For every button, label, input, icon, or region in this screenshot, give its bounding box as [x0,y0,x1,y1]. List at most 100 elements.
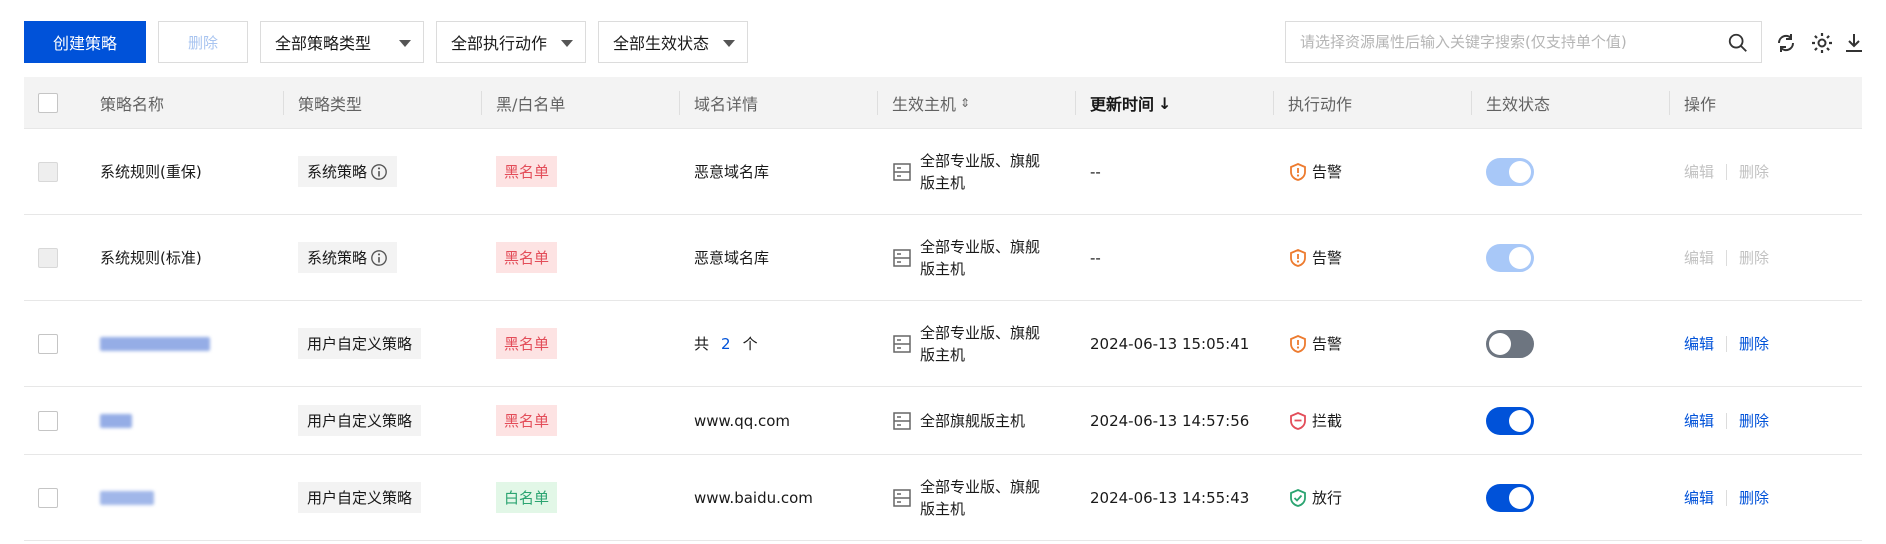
row-checkbox[interactable] [38,411,58,431]
status-switch[interactable] [1486,329,1534,358]
shield-alert-icon [1290,248,1306,267]
row-checkbox[interactable] [38,488,58,508]
cell-list: 黑名单 [496,215,558,300]
server-icon [893,248,911,267]
cell-name [100,387,132,454]
list-tag: 黑名单 [496,405,558,436]
server-icon [893,411,911,430]
search-input[interactable] [1300,33,1720,51]
ops-divider [1726,163,1728,180]
server-icon [893,488,911,507]
info-icon[interactable] [370,249,388,267]
ops-divider [1726,412,1728,429]
row-checkbox[interactable] [38,248,58,268]
cell-list: 黑名单 [496,301,558,386]
header-host[interactable]: 生效主机 ⇕ [892,77,970,129]
search-icon[interactable] [1727,32,1749,54]
switch-knob [1509,160,1531,183]
header-type: 策略类型 [298,77,362,129]
row-checkbox[interactable] [38,334,58,354]
cell-name: 系统规则(重保) [100,129,202,214]
sort-icon[interactable]: ⇕ [960,96,970,110]
policy-type-tag: 用户自定义策略 [298,328,422,359]
list-tag: 黑名单 [496,242,558,273]
header-divider [481,91,482,115]
header-action: 执行动作 [1288,77,1352,129]
updated-time: 2024-06-13 14:55:43 [1090,488,1250,507]
delete-link[interactable]: 删除 [1739,161,1769,182]
delete-link[interactable]: 删除 [1739,487,1769,508]
cell-updated: 2024-06-13 15:05:41 [1090,301,1249,386]
header-domain: 域名详情 [694,77,758,129]
action-select[interactable]: 全部执行动作 [436,21,586,63]
delete-link[interactable]: 删除 [1739,247,1769,268]
domain-detail: www.qq.com [694,411,791,430]
status-select[interactable]: 全部生效状态 [598,21,748,63]
cell-name: 系统规则(标准) [100,215,202,300]
header-status: 生效状态 [1486,77,1550,129]
cell-host: 全部专业版、旗舰版主机 [892,301,1050,386]
ops-divider [1726,489,1728,506]
host-label: 全部专业版、旗舰版主机 [920,151,1041,192]
updated-time: -- [1090,248,1101,267]
cell-status [1486,455,1534,540]
header-updated[interactable]: 更新时间 ↓ [1090,77,1171,129]
status-switch[interactable] [1486,157,1534,186]
policy-type-tag: 用户自定义策略 [298,405,422,436]
server-icon [893,334,911,353]
policy-type-select[interactable]: 全部策略类型 [260,21,424,63]
gear-icon[interactable] [1810,31,1834,55]
status-switch[interactable] [1486,483,1534,512]
status-switch[interactable] [1486,406,1534,435]
table-row: 系统规则(标准) 系统策略 黑名单 恶意域名库 全部专业版、旗舰版主机 -- 告… [24,215,1862,301]
cell-list: 白名单 [496,455,558,540]
domain-suffix: 个 [742,335,758,353]
cell-action: 告警 [1288,215,1342,300]
header-list: 黑/白名单 [496,77,565,129]
edit-link[interactable]: 编辑 [1684,487,1714,508]
cell-type: 系统策略 [298,215,398,300]
cell-name [100,455,154,540]
search-box [1285,21,1762,63]
ops-divider [1726,249,1728,266]
cell-host: 全部专业版、旗舰版主机 [892,215,1050,300]
policy-name-redacted [100,336,210,351]
row-checkbox[interactable] [38,162,58,182]
download-icon[interactable] [1842,31,1866,55]
cell-ops: 编辑 删除 [1684,455,1769,540]
status-switch[interactable] [1486,243,1534,272]
shield-alert-icon [1290,334,1306,353]
create-policy-button[interactable]: 创建策略 [24,21,146,63]
edit-link[interactable]: 编辑 [1684,247,1714,268]
refresh-icon[interactable] [1774,31,1798,55]
header-action-label: 执行动作 [1288,95,1353,114]
cell-type: 用户自定义策略 [298,301,422,386]
info-icon[interactable] [370,163,388,181]
cell-type: 用户自定义策略 [298,387,422,454]
delete-link[interactable]: 删除 [1739,333,1769,354]
host-label: 全部专业版、旗舰版主机 [920,323,1041,364]
header-type-label: 策略类型 [298,95,363,114]
cell-status [1486,301,1534,386]
cell-domain: 恶意域名库 [694,215,769,300]
delete-button[interactable]: 删除 [158,21,248,63]
header-updated-label: 更新时间 [1090,95,1155,114]
header-name-label: 策略名称 [100,95,165,114]
delete-link[interactable]: 删除 [1739,410,1769,431]
edit-link[interactable]: 编辑 [1684,161,1714,182]
caret-down-icon [561,40,573,47]
host-label: 全部旗舰版主机 [920,411,1026,430]
edit-link[interactable]: 编辑 [1684,410,1714,431]
select-all-checkbox[interactable] [38,93,58,113]
cell-host: 全部专业版、旗舰版主机 [892,455,1050,540]
sort-down-icon[interactable]: ↓ [1158,94,1171,113]
cell-updated: -- [1090,215,1101,300]
cell-ops: 编辑 删除 [1684,301,1769,386]
domain-count-link[interactable]: 2 [721,335,731,353]
policy-type-label: 用户自定义策略 [307,412,413,430]
action-label: 放行 [1312,489,1343,507]
edit-link[interactable]: 编辑 [1684,333,1714,354]
action-label: 拦截 [1312,412,1343,430]
host-label: 全部专业版、旗舰版主机 [920,477,1041,518]
header-domain-label: 域名详情 [694,95,759,114]
